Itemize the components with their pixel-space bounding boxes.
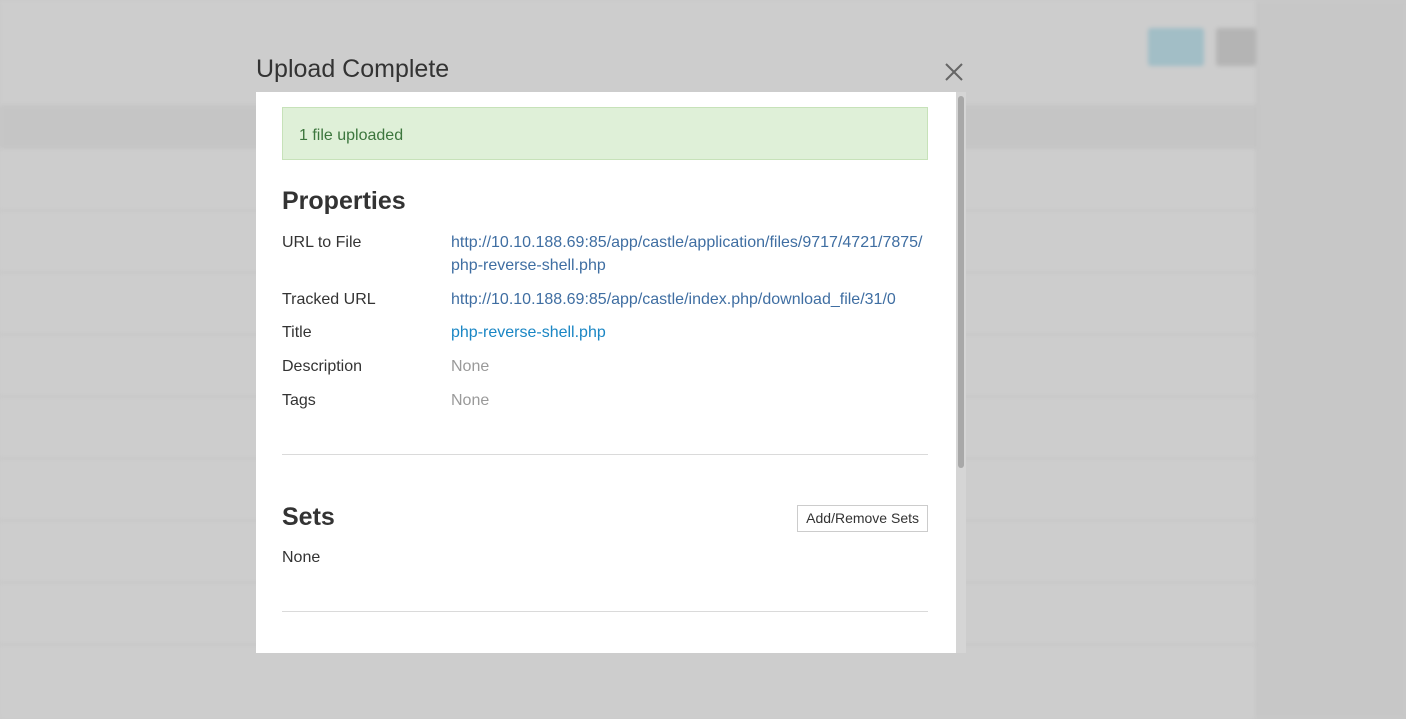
property-row-description: Description None <box>282 355 928 378</box>
success-alert: 1 file uploaded <box>282 107 928 160</box>
property-label: Tags <box>282 392 316 409</box>
sets-value: None <box>282 549 321 566</box>
property-row-tracked-url: Tracked URL http://10.10.188.69:85/app/c… <box>282 288 928 311</box>
add-remove-sets-button[interactable]: Add/Remove Sets <box>797 505 928 532</box>
close-icon[interactable] <box>940 58 968 86</box>
property-value: http://10.10.188.69:85/app/castle/index.… <box>451 288 928 311</box>
property-label: Description <box>282 358 363 375</box>
section-divider <box>282 611 928 612</box>
modal-title: Upload Complete <box>256 55 450 83</box>
tracked-url-link[interactable]: http://10.10.188.69:85/app/castle/index.… <box>451 291 896 308</box>
scrollbar-thumb[interactable] <box>958 96 964 468</box>
title-edit-link[interactable]: php-reverse-shell.php <box>451 324 606 341</box>
sets-header: Sets Add/Remove Sets <box>282 503 928 543</box>
property-label: URL to File <box>282 234 362 251</box>
property-value: php-reverse-shell.php <box>451 321 928 344</box>
section-divider <box>282 454 928 455</box>
property-row-title: Title php-reverse-shell.php <box>282 321 928 344</box>
modal-content: 1 file uploaded Properties URL to File h… <box>282 107 928 612</box>
property-label: Title <box>282 324 312 341</box>
property-value: http://10.10.188.69:85/app/castle/applic… <box>451 231 928 277</box>
property-label: Tracked URL <box>282 291 376 308</box>
property-row-url-to-file: URL to File http://10.10.188.69:85/app/c… <box>282 231 928 277</box>
close-button[interactable] <box>940 58 968 86</box>
scrollbar[interactable] <box>956 92 966 653</box>
properties-heading: Properties <box>282 187 406 215</box>
modal-body: 1 file uploaded Properties URL to File h… <box>256 92 966 653</box>
property-row-tags: Tags None <box>282 389 928 412</box>
url-to-file-link[interactable]: http://10.10.188.69:85/app/castle/applic… <box>451 234 922 274</box>
description-value[interactable]: None <box>451 355 928 378</box>
tags-value[interactable]: None <box>451 389 928 412</box>
